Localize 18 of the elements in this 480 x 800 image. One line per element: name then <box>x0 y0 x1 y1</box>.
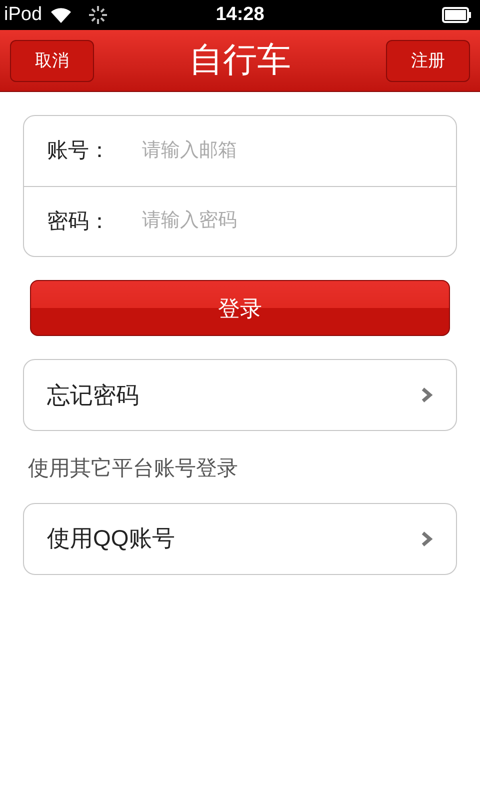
cancel-button[interactable]: 取消 <box>10 40 94 82</box>
login-button[interactable]: 登录 <box>30 280 450 336</box>
battery-icon <box>442 7 472 23</box>
carrier-text: iPod <box>4 2 42 27</box>
spinner-icon <box>88 5 108 25</box>
input-field[interactable]: 请输入邮箱 <box>142 136 433 166</box>
input-field[interactable]: 请输入密码 <box>142 207 433 236</box>
field-label: 密码： <box>47 208 111 235</box>
register-button[interactable]: 注册 <box>386 40 470 82</box>
qq-login-row[interactable]: 使用QQ账号 <box>23 502 457 574</box>
section-heading: 使用其它平台账号登录 <box>27 456 239 482</box>
clock-text: 14:28 <box>216 2 264 27</box>
nav-title: 自行车 <box>189 39 291 82</box>
chevron-icon <box>421 387 433 403</box>
wifi-icon <box>50 7 72 23</box>
forgot-password-row[interactable]: 忘记密码 <box>23 359 457 431</box>
field-label: 账号： <box>47 138 111 164</box>
chevron-icon <box>421 530 433 546</box>
